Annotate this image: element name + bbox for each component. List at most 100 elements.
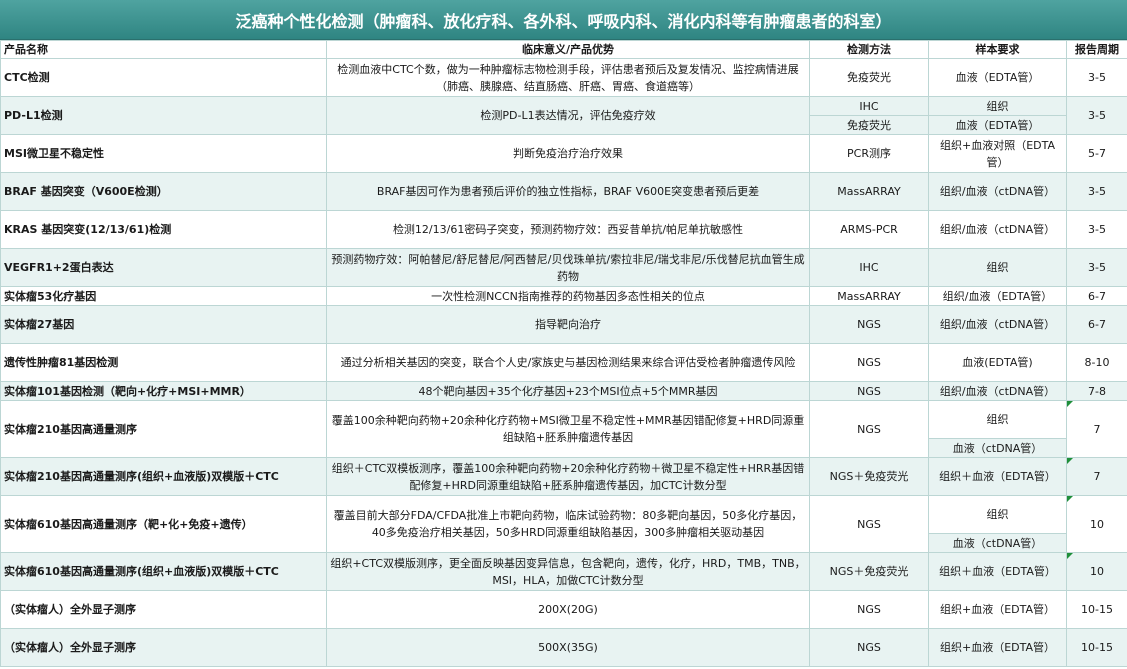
cell-sample[interactable]: 血液(EDTA管) xyxy=(928,343,1067,382)
cell-sample[interactable]: 血液（EDTA管） xyxy=(928,58,1067,97)
cell-sample[interactable]: 组织/血液（ctDNA管） xyxy=(928,172,1067,211)
cell-sample[interactable]: 组织/血液（ctDNA管） xyxy=(928,210,1067,249)
cell-period[interactable]: 7 xyxy=(1066,457,1127,496)
cell-name[interactable]: BRAF 基因突变（V600E检测） xyxy=(0,172,327,211)
cell-meaning[interactable]: 通过分析相关基因的突变，联合个人史/家族史与基因检测结果来综合评估受检者肿瘤遗传… xyxy=(326,343,810,382)
cell-meaning[interactable]: 一次性检测NCCN指南推荐的药物基因多态性相关的位点 xyxy=(326,286,810,306)
cell-method[interactable]: PCR测序 xyxy=(809,134,929,173)
cell-period-value: 7 xyxy=(1093,470,1101,483)
cell-period[interactable]: 10 xyxy=(1066,552,1127,591)
cell-sample[interactable]: 组织＋血液（EDTA管） xyxy=(928,552,1067,591)
cell-period[interactable]: 10-15 xyxy=(1066,590,1127,629)
cell-sample[interactable]: 组织 xyxy=(928,248,1067,287)
cell-method[interactable]: 免疫荧光 xyxy=(809,115,929,135)
cell-meaning[interactable]: 指导靶向治疗 xyxy=(326,305,810,344)
table-row: BRAF 基因突变（V600E检测） BRAF基因可作为患者预后评价的独立性指标… xyxy=(0,172,1127,211)
cell-name[interactable]: 遗传性肿瘤81基因检测 xyxy=(0,343,327,382)
cell-meaning[interactable]: 检测血液中CTC个数，做为一种肿瘤标志物检测手段，评估患者预后及复发情况、监控病… xyxy=(326,58,810,97)
cell-method[interactable]: IHC xyxy=(809,248,929,287)
table-row: 遗传性肿瘤81基因检测 通过分析相关基因的突变，联合个人史/家族史与基因检测结果… xyxy=(0,343,1127,382)
cell-sample[interactable]: 组织/血液（EDTA管） xyxy=(928,286,1067,306)
sheet-title: 泛癌种个性化检测（肿瘤科、放化疗科、各外科、呼吸内科、消化内科等有肿瘤患者的科室… xyxy=(0,0,1127,40)
cell-period[interactable]: 3-5 xyxy=(1066,172,1127,211)
cell-period[interactable]: 3-5 xyxy=(1066,210,1127,249)
cell-method[interactable]: NGS＋免疫荧光 xyxy=(809,457,929,496)
cell-sample[interactable]: 血液（ctDNA管） xyxy=(928,438,1067,458)
header-product-name[interactable]: 产品名称 xyxy=(0,40,327,59)
cell-method[interactable]: NGS xyxy=(809,305,929,344)
cell-meaning[interactable]: 预测药物疗效：阿帕替尼/舒尼替尼/阿西替尼/贝伐珠单抗/索拉非尼/瑞戈非尼/乐伐… xyxy=(326,248,810,287)
table-row: KRAS 基因突变(12/13/61)检测 检测12/13/61密码子突变，预测… xyxy=(0,210,1127,249)
header-sample[interactable]: 样本要求 xyxy=(928,40,1067,59)
cell-meaning[interactable]: 判断免疫治疗治疗效果 xyxy=(326,134,810,173)
cell-name[interactable]: PD-L1检测 xyxy=(0,96,327,135)
cell-sample[interactable]: 血液（EDTA管） xyxy=(928,115,1067,135)
cell-period[interactable]: 7-8 xyxy=(1066,381,1127,401)
cell-method[interactable]: NGS xyxy=(809,400,929,458)
cell-period[interactable]: 10-15 xyxy=(1066,628,1127,667)
cell-period[interactable]: 3-5 xyxy=(1066,58,1127,97)
header-method[interactable]: 检测方法 xyxy=(809,40,929,59)
cell-name[interactable]: （实体瘤人）全外显子测序 xyxy=(0,590,327,629)
cell-name[interactable]: CTC检测 xyxy=(0,58,327,97)
cell-name[interactable]: KRAS 基因突变(12/13/61)检测 xyxy=(0,210,327,249)
cell-method[interactable]: MassARRAY xyxy=(809,172,929,211)
cell-sample[interactable]: 组织/血液（ctDNA管） xyxy=(928,305,1067,344)
cell-method[interactable]: NGS xyxy=(809,495,929,553)
cell-sample[interactable]: 组织+血液对照（EDTA管） xyxy=(928,134,1067,173)
cell-method[interactable]: NGS xyxy=(809,343,929,382)
cell-sample[interactable]: 组织＋血液（EDTA管） xyxy=(928,457,1067,496)
cell-sample[interactable]: 血液（ctDNA管） xyxy=(928,533,1067,553)
comment-flag-icon xyxy=(1067,401,1073,407)
table-row: 实体瘤610基因高通量测序(组织+血液版)双模版＋CTC 组织+CTC双模版测序… xyxy=(0,552,1127,591)
cell-method[interactable]: NGS xyxy=(809,628,929,667)
cell-period[interactable]: 3-5 xyxy=(1066,248,1127,287)
cell-meaning[interactable]: 检测PD-L1表达情况，评估免疫疗效 xyxy=(326,96,810,135)
cell-method[interactable]: 免疫荧光 xyxy=(809,58,929,97)
cell-period[interactable]: 3-5 xyxy=(1066,96,1127,135)
cell-meaning[interactable]: 500X(35G) xyxy=(326,628,810,667)
cell-method[interactable]: NGS xyxy=(809,381,929,401)
cell-method[interactable]: ARMS-PCR xyxy=(809,210,929,249)
table-row: 实体瘤610基因高通量测序（靶+化+免疫+遗传） 覆盖目前大部分FDA/CFDA… xyxy=(0,495,1127,553)
cell-sample[interactable]: 组织 xyxy=(928,96,1067,116)
cell-name[interactable]: 实体瘤210基因高通量测序 xyxy=(0,400,327,458)
cell-sample[interactable]: 组织 xyxy=(928,400,1067,439)
cell-meaning[interactable]: BRAF基因可作为患者预后评价的独立性指标，BRAF V600E突变患者预后更差 xyxy=(326,172,810,211)
cell-meaning[interactable]: 组织＋CTC双模板测序，覆盖100余种靶向药物+20余种化疗药物＋微卫星不稳定性… xyxy=(326,457,810,496)
cell-method[interactable]: MassARRAY xyxy=(809,286,929,306)
cell-name[interactable]: 实体瘤210基因高通量测序(组织+血液版)双模版＋CTC xyxy=(0,457,327,496)
cell-name[interactable]: 实体瘤610基因高通量测序(组织+血液版)双模版＋CTC xyxy=(0,552,327,591)
cell-period[interactable]: 7 xyxy=(1066,400,1127,458)
cell-method[interactable]: NGS＋免疫荧光 xyxy=(809,552,929,591)
cell-name[interactable]: VEGFR1+2蛋白表达 xyxy=(0,248,327,287)
cell-meaning[interactable]: 组织+CTC双模版测序，更全面反映基因变异信息，包含靶向，遗传，化疗，HRD，T… xyxy=(326,552,810,591)
cell-method[interactable]: NGS xyxy=(809,590,929,629)
cell-period-value: 10 xyxy=(1090,517,1104,531)
cell-name[interactable]: 实体瘤610基因高通量测序（靶+化+免疫+遗传） xyxy=(0,495,327,553)
cell-meaning[interactable]: 200X(20G) xyxy=(326,590,810,629)
cell-period[interactable]: 5-7 xyxy=(1066,134,1127,173)
cell-meaning[interactable]: 48个靶向基因+35个化疗基因+23个MSI位点+5个MMR基因 xyxy=(326,381,810,401)
cell-period[interactable]: 8-10 xyxy=(1066,343,1127,382)
cell-sample[interactable]: 组织/血液（ctDNA管） xyxy=(928,381,1067,401)
cell-name[interactable]: 实体瘤53化疗基因 xyxy=(0,286,327,306)
header-clinical-meaning[interactable]: 临床意义/产品优势 xyxy=(326,40,810,59)
cell-period[interactable]: 6-7 xyxy=(1066,305,1127,344)
cell-method[interactable]: IHC xyxy=(809,96,929,116)
cell-name[interactable]: MSI微卫星不稳定性 xyxy=(0,134,327,173)
cell-name[interactable]: 实体瘤101基因检测（靶向+化疗+MSI+MMR） xyxy=(0,381,327,401)
header-period[interactable]: 报告周期 xyxy=(1066,40,1127,59)
cell-sample[interactable]: 组织+血液（EDTA管） xyxy=(928,590,1067,629)
cell-period[interactable]: 6-7 xyxy=(1066,286,1127,306)
cell-meaning[interactable]: 覆盖100余种靶向药物+20余种化疗药物+MSI微卫星不稳定性+MMR基因错配修… xyxy=(326,400,810,458)
cell-meaning[interactable]: 覆盖目前大部分FDA/CFDA批准上市靶向药物，临床试验药物：80多靶向基因，5… xyxy=(326,495,810,553)
cell-name[interactable]: （实体瘤人）全外显子测序 xyxy=(0,628,327,667)
comment-flag-icon xyxy=(1067,458,1073,464)
cell-period[interactable]: 10 xyxy=(1066,495,1127,553)
header-row: 产品名称 临床意义/产品优势 检测方法 样本要求 报告周期 xyxy=(0,40,1127,59)
cell-sample[interactable]: 组织 xyxy=(928,495,1067,534)
cell-meaning[interactable]: 检测12/13/61密码子突变，预测药物疗效：西妥昔单抗/帕尼单抗敏感性 xyxy=(326,210,810,249)
cell-sample[interactable]: 组织+血液（EDTA管） xyxy=(928,628,1067,667)
cell-name[interactable]: 实体瘤27基因 xyxy=(0,305,327,344)
